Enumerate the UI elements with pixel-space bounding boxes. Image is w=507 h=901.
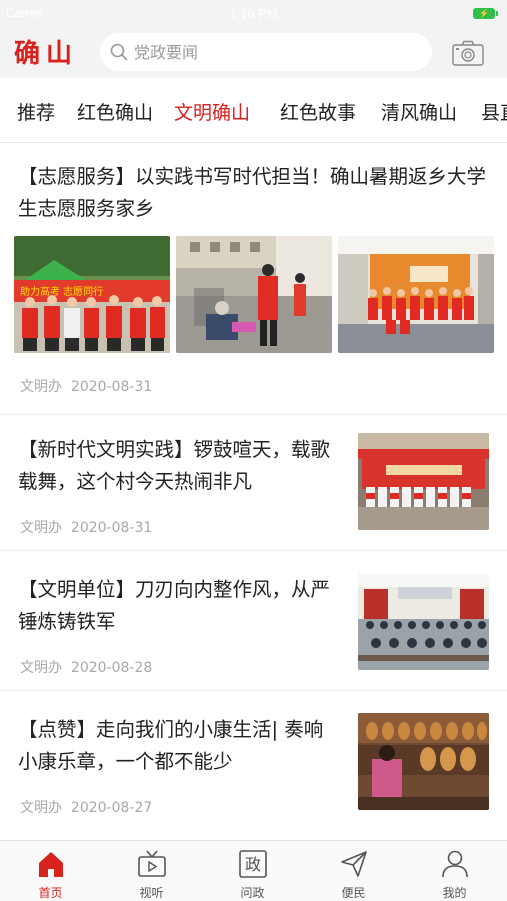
nav-home[interactable]: 首页: [0, 841, 101, 901]
article-source: 文明办: [20, 379, 62, 395]
feature-meta: 文明办 2020-08-31: [20, 376, 152, 396]
status-time: 1:16 PM: [229, 6, 278, 21]
article-date: 2020-08-31: [70, 379, 153, 395]
nav-inquiry-label: 问政: [240, 886, 265, 900]
feature-image-street[interactable]: [176, 236, 332, 353]
article-title[interactable]: 【文明单位】刀刃向内整作风，从严锤炼铸铁军: [18, 574, 338, 638]
divider: [0, 550, 507, 551]
feature-image-group[interactable]: [338, 236, 494, 353]
article-source: 文明办: [20, 800, 62, 816]
zheng-glyph: 政: [245, 855, 261, 874]
bottom-nav: 首页 视听 政 问政 便民 我的: [0, 840, 507, 901]
article-meta: 文明办 2020-08-31: [20, 517, 152, 537]
nav-media-label: 视听: [139, 886, 164, 900]
feature-banner-text: 助力高考 志愿同行: [20, 285, 103, 298]
home-icon: [39, 852, 63, 877]
divider: [0, 690, 507, 691]
article-source: 文明办: [20, 520, 62, 536]
divider: [0, 414, 507, 415]
feature-article-title[interactable]: 【志愿服务】以实践书写时代担当！确山暑期返乡大学生志愿服务家乡: [18, 161, 488, 225]
tab-county[interactable]: 县直: [481, 98, 507, 125]
article-thumbnail-instruments[interactable]: [358, 713, 489, 810]
nav-inquiry[interactable]: 政 问政: [202, 841, 303, 901]
article-date: 2020-08-31: [70, 520, 153, 536]
category-tabs: 推荐 红色确山 文明确山 红色故事 清风确山 县直: [0, 78, 507, 143]
nav-home-label: 首页: [38, 886, 63, 900]
article-title[interactable]: 【点赞】走向我们的小康生活| 奏响小康乐章，一个都不能少: [18, 714, 338, 778]
article-date: 2020-08-28: [70, 660, 153, 676]
app-logo: 确山: [14, 39, 79, 69]
app-header: 确山: [0, 28, 507, 78]
nav-services-label: 便民: [341, 886, 366, 900]
camera-icon[interactable]: [452, 40, 484, 66]
feature-image-volunteers[interactable]: 助力高考 志愿同行: [14, 236, 170, 353]
battery-icon: ⚡: [473, 8, 498, 19]
nav-media[interactable]: 视听: [101, 841, 202, 901]
article-meta: 文明办 2020-08-28: [20, 657, 152, 677]
article-date: 2020-08-27: [70, 800, 153, 816]
nav-profile-label: 我的: [442, 886, 467, 900]
tab-civilized-queshan[interactable]: 文明确山: [174, 98, 250, 125]
status-bar: Carrier 1:16 PM ⚡: [0, 0, 507, 28]
zheng-icon: 政: [239, 850, 267, 878]
tab-clean-queshan[interactable]: 清风确山: [381, 98, 457, 125]
user-icon: [442, 850, 468, 878]
tab-recommend[interactable]: 推荐: [17, 98, 55, 125]
article-meta: 文明办 2020-08-27: [20, 797, 152, 817]
send-icon: [341, 851, 367, 877]
search-icon: [110, 43, 128, 61]
article-thumbnail-meeting[interactable]: [358, 573, 489, 670]
article-title[interactable]: 【新时代文明实践】锣鼓喧天，载歌载舞，这个村今天热闹非凡: [18, 434, 338, 498]
article-thumbnail-stage[interactable]: [358, 433, 489, 530]
nav-services[interactable]: 便民: [303, 841, 404, 901]
search-bar[interactable]: [100, 33, 432, 71]
tab-red-stories[interactable]: 红色故事: [280, 98, 356, 125]
tab-red-queshan[interactable]: 红色确山: [77, 98, 153, 125]
tv-icon: [138, 850, 166, 877]
search-input[interactable]: [134, 33, 414, 71]
article-source: 文明办: [20, 660, 62, 676]
nav-profile[interactable]: 我的: [404, 841, 505, 901]
